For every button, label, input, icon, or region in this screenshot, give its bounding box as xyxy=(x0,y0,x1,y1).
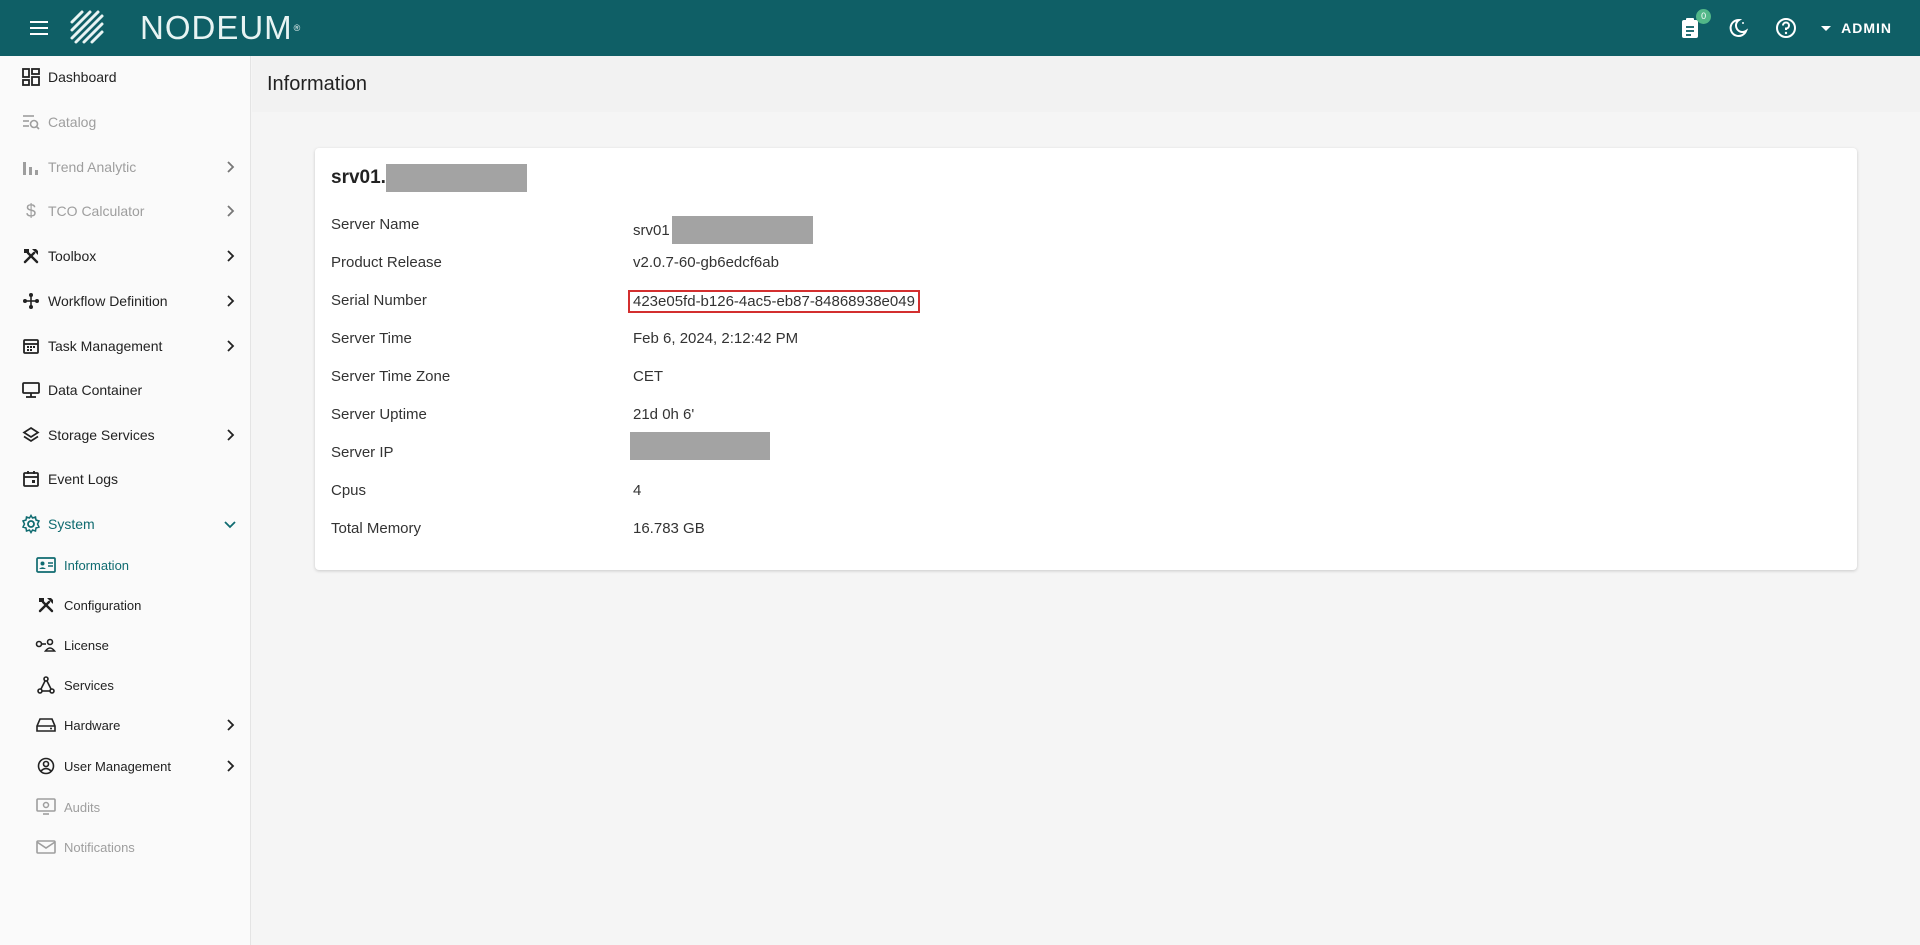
chevron-down-icon xyxy=(224,521,236,529)
top-app-bar: NODEUM® 0 ADMIN xyxy=(0,0,1920,56)
sidebar-subitem-hardware[interactable]: Hardware xyxy=(0,708,250,742)
clipboard-notifications-icon[interactable]: 0 xyxy=(1677,9,1712,41)
id-card-icon xyxy=(35,554,57,576)
nodeum-logo-icon xyxy=(68,8,108,48)
info-row-serial-number: Serial Number 423e05fd-b126-4ac5-eb87-84… xyxy=(331,286,1231,316)
event-calendar-icon xyxy=(20,468,42,490)
server-card-title: srv01. xyxy=(331,164,527,192)
sidebar-subitem-user-management[interactable]: User Management xyxy=(0,749,250,783)
dark-mode-moon-icon[interactable] xyxy=(1725,15,1751,41)
redacted-block xyxy=(671,216,813,244)
redacted-block xyxy=(385,164,527,192)
dashboard-icon xyxy=(20,66,42,88)
chevron-right-icon xyxy=(227,429,235,441)
network-icon xyxy=(35,674,57,696)
caret-down-icon xyxy=(1821,25,1832,31)
user-circle-icon xyxy=(35,755,57,777)
chevron-right-icon xyxy=(227,760,235,772)
workflow-icon xyxy=(20,290,42,312)
info-row-server-uptime: Server Uptime 21d 0h 6' xyxy=(331,406,695,423)
sidebar-item-storage-services[interactable]: Storage Services xyxy=(0,417,250,453)
server-info-card: srv01. Server Name srv01 Product Release… xyxy=(315,148,1857,570)
mail-icon xyxy=(35,836,57,858)
chevron-right-icon xyxy=(227,719,235,731)
serial-number-value: 423e05fd-b126-4ac5-eb87-84868938e049 xyxy=(628,290,920,313)
info-row-server-time-zone: Server Time Zone CET xyxy=(331,368,663,385)
tools-icon xyxy=(35,594,57,616)
info-row-product-release: Product Release v2.0.7-60-gb6edcf6ab xyxy=(331,254,779,271)
sidebar-subitem-notifications[interactable]: Notifications xyxy=(0,830,250,864)
sidebar-item-task-management[interactable]: Task Management xyxy=(0,328,250,364)
info-row-server-name: Server Name srv01 xyxy=(331,210,1231,244)
sidebar-item-system[interactable]: System xyxy=(0,506,250,542)
chevron-right-icon xyxy=(227,205,235,217)
sidebar-subitem-license[interactable]: License xyxy=(0,628,250,662)
sidebar-item-event-logs[interactable]: Event Logs xyxy=(0,461,250,497)
sidebar-subitem-configuration[interactable]: Configuration xyxy=(0,588,250,622)
monitor-icon xyxy=(20,379,42,401)
info-row-cpus: Cpus 4 xyxy=(331,482,642,499)
main-content: Information srv01. Server Name srv01 Pro… xyxy=(252,56,1920,945)
bar-chart-icon xyxy=(20,156,42,178)
chevron-right-icon xyxy=(227,295,235,307)
layers-icon xyxy=(20,424,42,446)
hamburger-menu-icon[interactable] xyxy=(26,17,52,39)
chevron-right-icon xyxy=(227,250,235,262)
info-row-server-time: Server Time Feb 6, 2024, 2:12:42 PM xyxy=(331,330,799,347)
catalog-search-icon xyxy=(20,111,42,133)
user-menu[interactable]: ADMIN xyxy=(1821,20,1892,36)
chevron-right-icon xyxy=(227,340,235,352)
sidebar-subitem-services[interactable]: Services xyxy=(0,668,250,702)
dollar-icon: $ xyxy=(25,200,36,221)
sidebar-item-dashboard[interactable]: Dashboard xyxy=(0,59,250,95)
calendar-icon xyxy=(20,335,42,357)
redacted-block xyxy=(630,432,770,460)
hard-drive-icon xyxy=(35,714,57,736)
gear-icon xyxy=(20,513,42,535)
key-user-icon xyxy=(35,634,57,656)
sidebar-subitem-audits[interactable]: Audits xyxy=(0,790,250,824)
sidebar-item-data-container[interactable]: Data Container xyxy=(0,372,250,408)
sidebar-item-tco-calculator[interactable]: $ TCO Calculator xyxy=(0,193,250,229)
audit-monitor-icon xyxy=(35,796,57,818)
notification-badge: 0 xyxy=(1696,9,1712,24)
tools-icon xyxy=(20,245,42,267)
info-row-server-ip: Server IP xyxy=(331,432,1231,468)
info-row-total-memory: Total Memory 16.783 GB xyxy=(331,520,705,537)
sidebar-subitem-information[interactable]: Information xyxy=(0,548,250,582)
help-icon[interactable] xyxy=(1773,15,1799,41)
nodeum-logo-text: NODEUM® xyxy=(140,9,302,46)
sidebar-nav: Dashboard Catalog Trend Analytic $ TCO C… xyxy=(0,56,251,945)
page-title: Information xyxy=(267,73,368,95)
chevron-right-icon xyxy=(227,161,235,173)
sidebar-item-workflow-definition[interactable]: Workflow Definition xyxy=(0,283,250,319)
sidebar-item-trend-analytic[interactable]: Trend Analytic xyxy=(0,149,250,185)
sidebar-item-toolbox[interactable]: Toolbox xyxy=(0,238,250,274)
sidebar-item-catalog[interactable]: Catalog xyxy=(0,104,250,140)
page-header: Information xyxy=(252,56,1920,112)
